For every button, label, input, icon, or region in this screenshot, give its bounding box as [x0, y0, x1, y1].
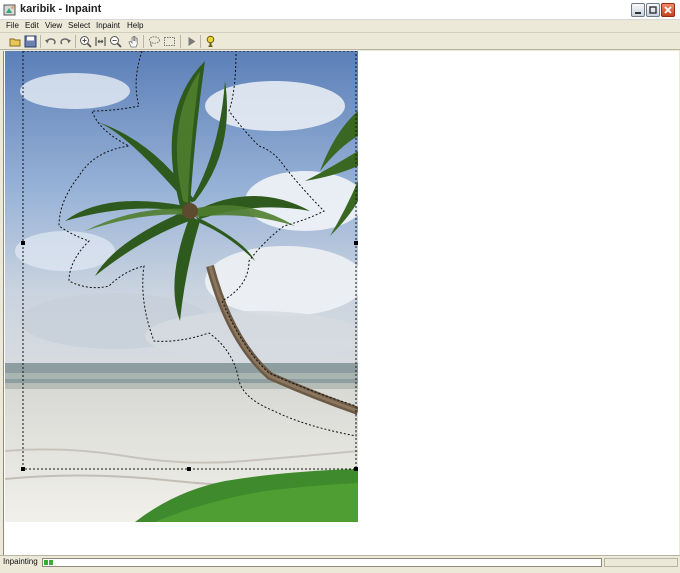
open-icon [9, 38, 21, 47]
run-icon [188, 37, 196, 46]
actual-size-icon [95, 37, 106, 46]
menu-view[interactable]: View [45, 21, 62, 30]
rectangle-selection [22, 51, 357, 470]
title-bar: karibik - Inpaint [0, 0, 680, 20]
undo-icon [45, 38, 56, 45]
selection-handle[interactable] [354, 241, 358, 245]
save-button[interactable] [24, 35, 37, 48]
hand-button[interactable] [127, 35, 140, 48]
open-button[interactable] [9, 35, 22, 48]
app-icon [3, 3, 17, 17]
selection-overlay [21, 51, 358, 471]
zoom-in-button[interactable] [79, 35, 92, 48]
menu-bar: File Edit View Select Inpaint Help [0, 20, 680, 33]
selection-handles [21, 241, 358, 471]
progress-bar [42, 558, 602, 567]
selection-handle[interactable] [21, 241, 25, 245]
toolbar-separator [180, 35, 181, 48]
toolbar-separator [143, 35, 144, 48]
image-canvas[interactable] [3, 51, 679, 555]
maximize-icon [649, 6, 657, 14]
menu-file[interactable]: File [6, 21, 19, 30]
selection-handle[interactable] [21, 467, 25, 471]
progress-fill [44, 560, 54, 565]
window-title: karibik - Inpaint [20, 3, 102, 15]
maximize-button[interactable] [646, 3, 660, 17]
actual-size-button[interactable] [94, 35, 107, 48]
help-button[interactable] [204, 35, 217, 48]
redo-icon [60, 38, 71, 45]
redo-button[interactable] [59, 35, 72, 48]
save-icon [24, 35, 37, 48]
status-pane [604, 558, 678, 567]
toolbar [0, 33, 680, 50]
toolbar-separator [75, 35, 76, 48]
selection-handle[interactable] [187, 467, 191, 471]
undo-button[interactable] [44, 35, 57, 48]
minimize-button[interactable] [631, 3, 645, 17]
zoom-in-icon [80, 36, 92, 48]
close-icon [664, 6, 672, 14]
minimize-icon [635, 12, 641, 14]
menu-help[interactable]: Help [127, 21, 143, 30]
rect-select-button[interactable] [163, 35, 176, 48]
lasso-icon [149, 36, 160, 47]
hand-icon [128, 36, 138, 48]
help-icon [206, 35, 215, 47]
run-button[interactable] [185, 35, 198, 48]
menu-select[interactable]: Select [68, 21, 90, 30]
zoom-out-icon [110, 36, 122, 48]
lasso-button[interactable] [148, 35, 161, 48]
menu-inpaint[interactable]: Inpaint [96, 21, 120, 30]
progress-segment [44, 560, 48, 565]
toolbar-separator [40, 35, 41, 48]
toolbar-separator [200, 35, 201, 48]
lasso-selection [58, 51, 357, 437]
selection-handle[interactable] [354, 467, 358, 471]
status-bar: Inpainting [0, 555, 680, 569]
zoom-out-button[interactable] [109, 35, 122, 48]
menu-edit[interactable]: Edit [25, 21, 39, 30]
rect-select-icon [164, 37, 175, 46]
close-button[interactable] [661, 3, 675, 17]
progress-segment [49, 560, 53, 565]
status-text: Inpainting [3, 557, 38, 566]
